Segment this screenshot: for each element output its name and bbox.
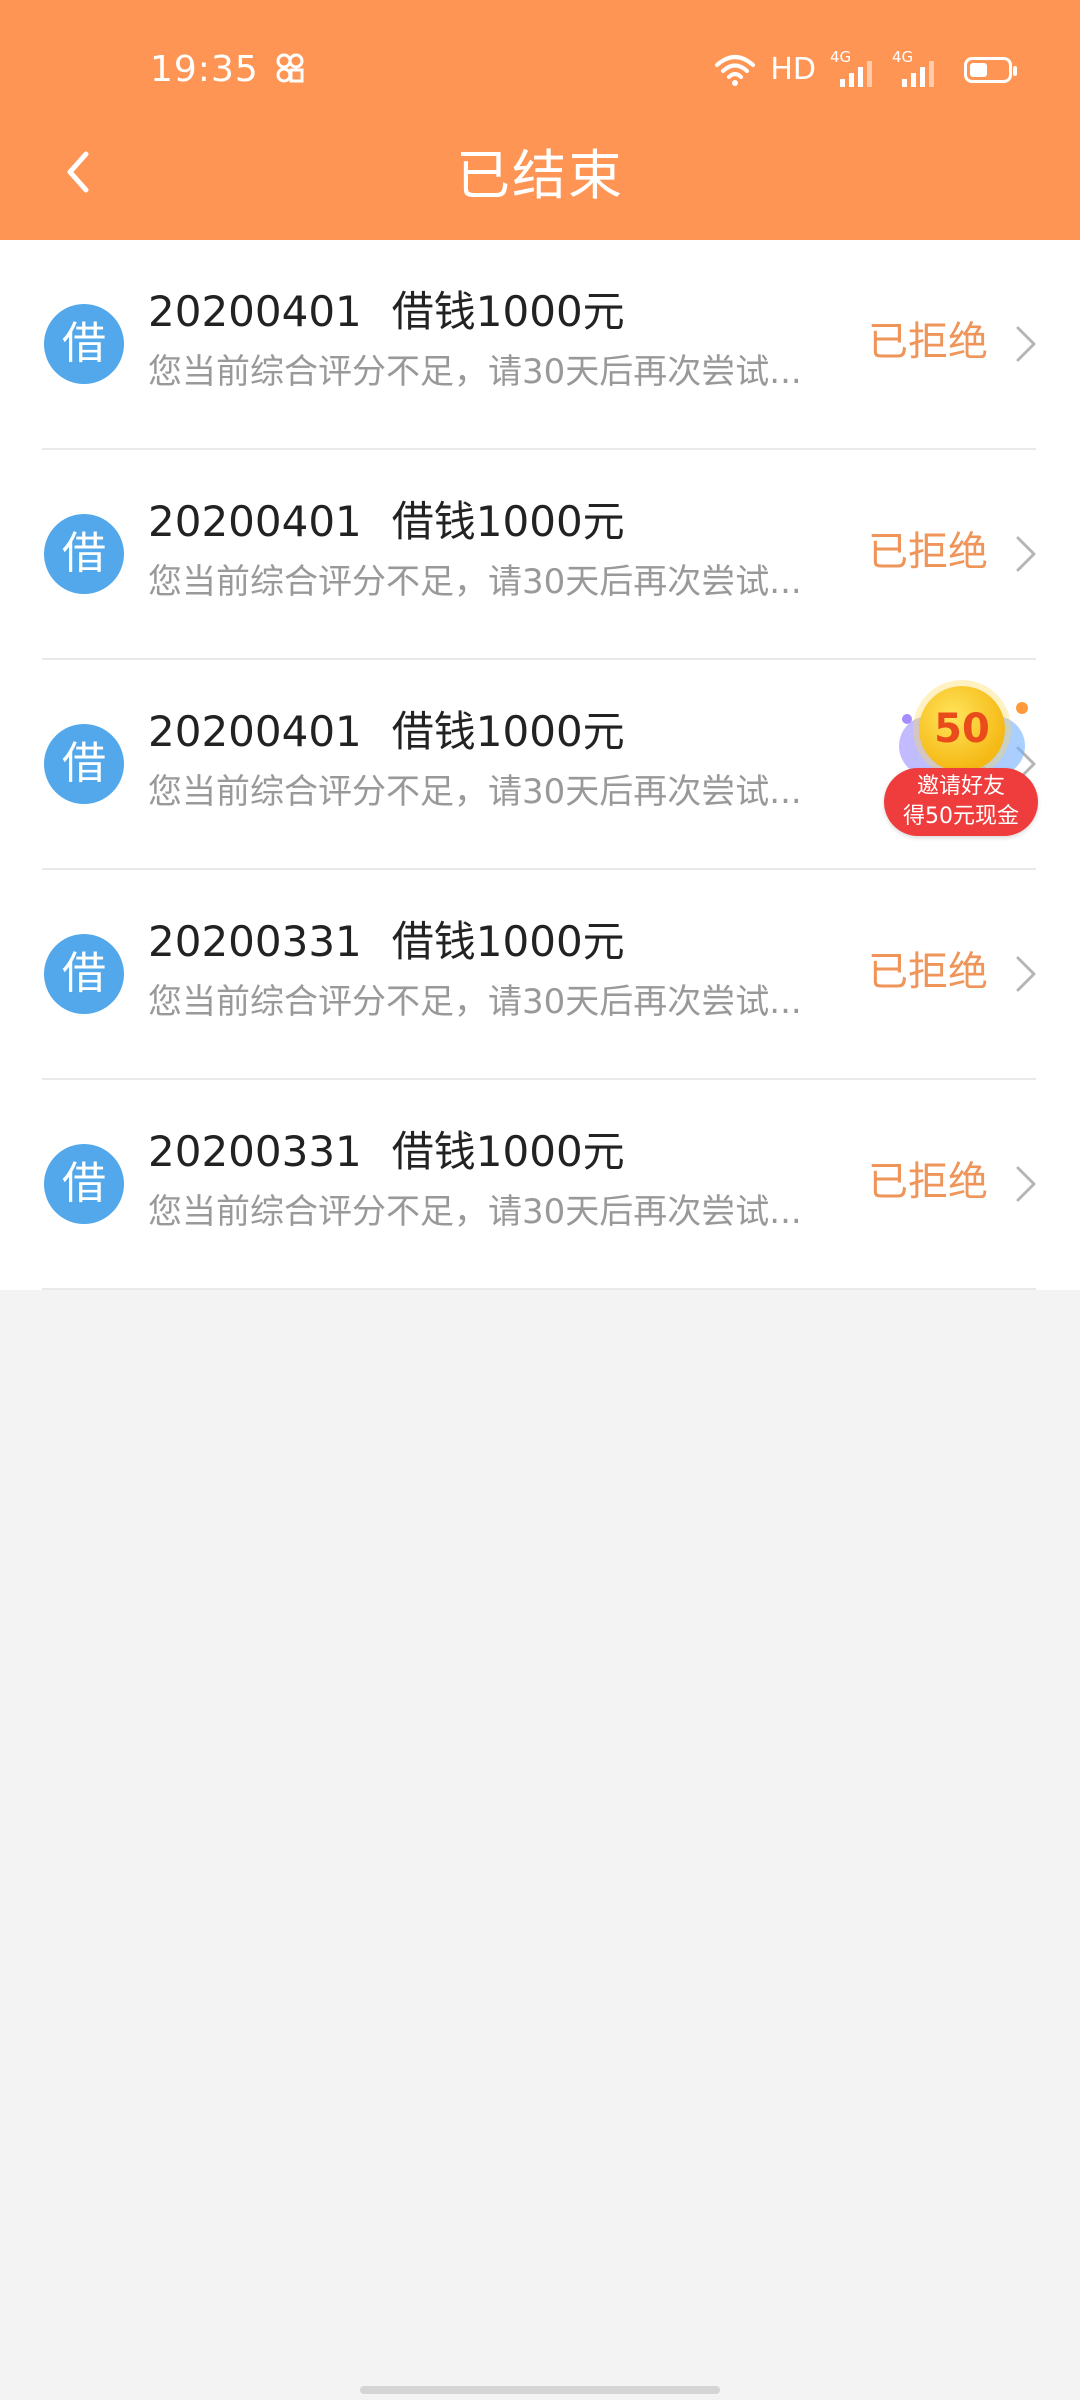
status-bar: 19:35 HD 4G 4G xyxy=(0,0,1080,136)
record-description: 您当前综合评分不足，请30天后再次尝试... xyxy=(148,1192,802,1232)
record-title: 20200401 借钱1000元 xyxy=(148,284,625,340)
record-status: 已拒绝 xyxy=(868,949,988,995)
status-time: 19:35 xyxy=(150,49,259,90)
record-title: 20200331 借钱1000元 xyxy=(148,914,625,970)
loan-badge-icon: 借 xyxy=(44,1144,124,1224)
loan-badge-icon: 借 xyxy=(44,514,124,594)
record-title: 20200401 借钱1000元 xyxy=(148,494,625,550)
chevron-right-icon xyxy=(1016,1166,1036,1202)
chevron-right-icon xyxy=(1016,326,1036,362)
signal-sim2-icon: 4G xyxy=(892,49,940,89)
battery-icon xyxy=(964,57,1017,83)
promo-decoration-dot xyxy=(1016,702,1028,714)
promo-line1: 邀请好友 xyxy=(916,774,1005,799)
record-title: 20200331 借钱1000元 xyxy=(148,1124,625,1180)
promo-label: 邀请好友 得50元现金 xyxy=(884,768,1038,836)
signal-bars-icon xyxy=(902,61,934,87)
battery-level xyxy=(970,63,987,77)
row-divider xyxy=(42,1288,1036,1290)
record-date: 20200331 xyxy=(148,917,362,966)
record-status: 已拒绝 xyxy=(868,319,988,365)
record-date: 20200401 xyxy=(148,497,362,546)
record-description: 您当前综合评分不足，请30天后再次尝试... xyxy=(148,982,802,1022)
home-indicator[interactable] xyxy=(360,2386,720,2394)
loan-badge-icon: 借 xyxy=(44,934,124,1014)
record-date: 20200331 xyxy=(148,1127,362,1176)
record-date: 20200401 xyxy=(148,287,362,336)
record-date: 20200401 xyxy=(148,707,362,756)
record-description: 您当前综合评分不足，请30天后再次尝试... xyxy=(148,772,802,812)
wifi-icon xyxy=(715,55,756,86)
record-description: 您当前综合评分不足，请30天后再次尝试... xyxy=(148,352,802,392)
record-amount: 借钱1000元 xyxy=(391,1127,625,1176)
notification-app-icon xyxy=(276,53,304,83)
record-amount: 借钱1000元 xyxy=(391,917,625,966)
hd-indicator: HD xyxy=(770,52,816,87)
record-title: 20200401 借钱1000元 xyxy=(148,704,625,760)
record-status: 已拒绝 xyxy=(868,1159,988,1205)
record-row[interactable]: 借 20200331 借钱1000元您当前综合评分不足，请30天后再次尝试... 已拒… xyxy=(0,1080,1080,1290)
status-icons: HD 4G 4G xyxy=(714,44,1017,96)
promo-coin-icon: 50 xyxy=(919,686,1005,772)
page-title: 已结束 xyxy=(456,144,624,207)
invite-promo-floating-button[interactable]: 50 邀请好友 得50元现金 xyxy=(884,686,1038,836)
record-amount: 借钱1000元 xyxy=(391,497,625,546)
record-row[interactable]: 借 20200401 借钱1000元您当前综合评分不足，请30天后再次尝试... 已拒… xyxy=(0,450,1080,660)
app-header: 19:35 HD 4G 4G 已结束 xyxy=(0,0,1080,240)
loan-badge-icon: 借 xyxy=(44,304,124,384)
record-row[interactable]: 借 20200401 借钱1000元您当前综合评分不足，请30天后再次尝试... 已拒… xyxy=(0,240,1080,450)
signal-sim1-icon: 4G xyxy=(830,49,878,89)
record-amount: 借钱1000元 xyxy=(391,707,625,756)
promo-line2: 得50元现金 xyxy=(903,804,1019,829)
record-amount: 借钱1000元 xyxy=(391,287,625,336)
record-description: 您当前综合评分不足，请30天后再次尝试... xyxy=(148,562,802,602)
record-row[interactable]: 借 20200331 借钱1000元您当前综合评分不足，请30天后再次尝试... 已拒… xyxy=(0,870,1080,1080)
chevron-right-icon xyxy=(1016,956,1036,992)
signal-bars-icon xyxy=(840,61,872,87)
loan-badge-icon: 借 xyxy=(44,724,124,804)
record-status: 已拒绝 xyxy=(868,529,988,575)
promo-decoration-dot xyxy=(902,714,912,724)
chevron-right-icon xyxy=(1016,536,1036,572)
